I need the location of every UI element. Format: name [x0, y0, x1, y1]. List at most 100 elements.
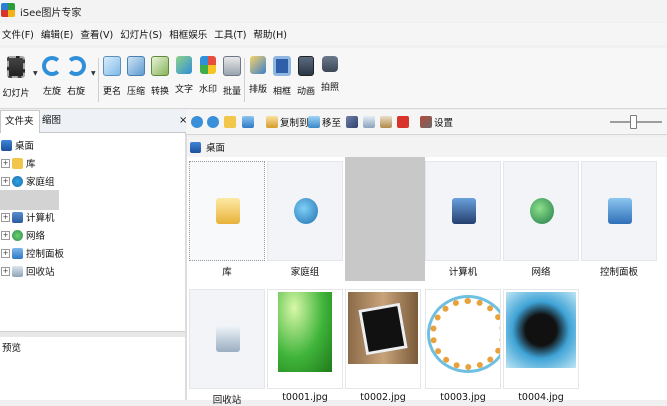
item-label: 库 [222, 267, 232, 278]
menu-tools[interactable]: 工具(T) [212, 27, 249, 41]
item-label: t0002.jpg [360, 392, 406, 403]
grid-item-network[interactable]: 网络 [503, 161, 579, 278]
menu-bar: 文件(F) 编辑(E) 查看(V) 幻灯片(S) 相框娱乐 工具(T) 帮助(H… [0, 23, 667, 45]
toolbar-separator [244, 58, 245, 102]
folder-icon [216, 198, 240, 224]
tree-item-library[interactable]: + 库 [1, 156, 36, 170]
slideshow-label: 幻灯片 [2, 89, 30, 99]
expand-icon[interactable]: + [1, 176, 10, 186]
grid-item-recycle-bin[interactable]: 回收站 [189, 289, 265, 406]
left-panel-tabs: 文件夹 缩图 × [0, 110, 187, 133]
up-folder-button[interactable] [224, 115, 236, 129]
rotate-right-label: 右旋 [66, 87, 85, 97]
tab-thumbnails[interactable]: 缩图 [38, 110, 65, 132]
menu-file[interactable]: 文件(F) [0, 27, 37, 41]
item-label: t0003.jpg [440, 392, 486, 403]
image-thumbnail [430, 298, 500, 370]
settings-button[interactable]: 设置 [420, 115, 453, 129]
delete-button[interactable] [397, 115, 409, 129]
item-thumbnail [503, 289, 579, 389]
homegroup-icon [12, 175, 23, 187]
address-bar: 桌面 [187, 137, 667, 157]
tab-folders[interactable]: 文件夹 [0, 110, 40, 133]
item-thumbnail [345, 157, 425, 281]
tree-item-label: 家庭组 [26, 177, 55, 188]
menu-frame-fun[interactable]: 相框娱乐 [167, 27, 210, 41]
paste-icon [380, 116, 392, 128]
tree-item-label: 网络 [26, 231, 46, 242]
item-thumbnail [189, 289, 265, 389]
network-icon [12, 229, 23, 241]
tree-item-computer[interactable]: + 计算机 [1, 210, 55, 224]
image-thumbnail [348, 292, 418, 364]
grid-item-computer[interactable]: 计算机 [425, 161, 501, 278]
grid-item-t0002[interactable]: t0002.jpg [345, 289, 421, 403]
computer-icon [12, 211, 23, 223]
expand-icon[interactable]: + [1, 230, 10, 240]
tree-item-label: 控制面板 [26, 249, 65, 260]
scissors-icon [346, 116, 358, 128]
expand-icon[interactable]: + [1, 266, 10, 276]
rename-icon [103, 56, 121, 76]
arrow-right-icon [207, 116, 219, 128]
cut-button[interactable] [346, 115, 358, 129]
grid-item-homegroup[interactable]: 家庭组 [267, 161, 343, 278]
tree-item-recycle-bin[interactable]: + 回收站 [1, 264, 55, 278]
item-thumbnail [345, 289, 421, 389]
network-icon [530, 198, 554, 224]
slideshow-dropdown-icon[interactable]: ▼ [33, 70, 38, 77]
menu-view[interactable]: 查看(V) [78, 27, 116, 41]
menu-help[interactable]: 帮助(H) [251, 27, 290, 41]
batch-icon [223, 56, 241, 76]
tree-item-desktop[interactable]: 桌面 [1, 138, 34, 152]
menu-slideshow[interactable]: 幻灯片(S) [118, 27, 165, 41]
computer-icon [452, 198, 476, 224]
tree-selection-highlight[interactable] [0, 190, 59, 210]
tree-item-homegroup[interactable]: + 家庭组 [1, 174, 55, 188]
back-button[interactable] [191, 115, 203, 129]
grid-item-t0001[interactable]: t0001.jpg [267, 289, 343, 403]
copy-button[interactable] [363, 115, 375, 129]
main-toolbar: 幻灯片 ▼ 左旋 右旋 ▼ 更名 压缩 转换 文字 水印 批量 排版 相框 动画… [0, 48, 667, 109]
grid-item-t0004[interactable]: t0004.jpg [503, 289, 579, 403]
tree-item-network[interactable]: + 网络 [1, 228, 45, 242]
forward-button[interactable] [207, 115, 219, 129]
rotate-right-icon [66, 56, 86, 76]
tablet-screen [358, 302, 408, 356]
expand-icon[interactable]: + [1, 248, 10, 258]
zoom-slider-thumb[interactable] [629, 115, 637, 129]
item-label: 计算机 [448, 267, 478, 278]
rotate-right-button[interactable]: 右旋 [64, 56, 88, 97]
convert-icon [151, 56, 169, 76]
rotate-dropdown-icon[interactable]: ▼ [91, 70, 96, 77]
grid-item-t0003[interactable]: t0003.jpg [425, 289, 501, 403]
camera-icon [322, 56, 338, 72]
desktop-icon [1, 139, 12, 151]
tree-item-control-panel[interactable]: + 控制面板 [1, 246, 64, 260]
animation-icon [298, 56, 314, 76]
menu-edit[interactable]: 编辑(E) [39, 27, 76, 41]
folder-tree: 桌面 + 库 + 家庭组 + 计算机 + 网络 + 控制面板 + 回收站 [0, 133, 186, 331]
frame-icon [273, 56, 291, 76]
move-to-button[interactable]: 移至 [308, 115, 341, 129]
copy-to-button[interactable]: 复制到 [266, 115, 309, 129]
refresh-button[interactable] [242, 115, 254, 129]
compress-icon [127, 56, 145, 76]
grid-item-blank[interactable] [345, 157, 425, 281]
film-icon [7, 56, 25, 78]
preview-label: 预览 [2, 343, 22, 354]
rotate-left-icon [42, 56, 62, 76]
paste-button[interactable] [380, 115, 392, 129]
expand-icon[interactable]: + [1, 212, 10, 222]
grid-item-library[interactable]: 库 [189, 161, 265, 278]
delete-x-icon [397, 116, 409, 128]
layout-icon [250, 56, 266, 74]
item-label: 回收站 [212, 395, 242, 406]
expand-icon[interactable]: + [1, 158, 10, 168]
tools-icon [420, 116, 432, 128]
file-toolbar: 复制到 移至 设置 [186, 110, 667, 135]
grid-item-control-panel[interactable]: 控制面板 [581, 161, 657, 278]
slideshow-button[interactable]: 幻灯片 [2, 56, 30, 99]
capture-button[interactable]: 拍照 [318, 56, 342, 93]
copy-to-icon [266, 116, 278, 128]
